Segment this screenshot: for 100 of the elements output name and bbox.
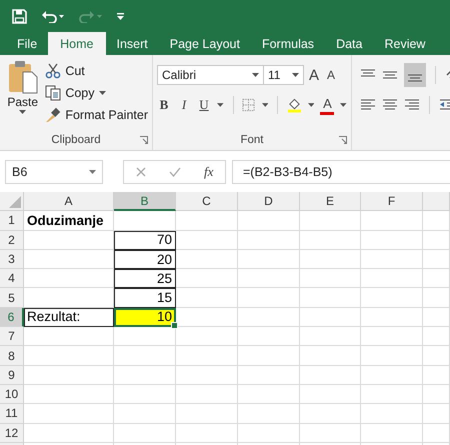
column-header[interactable]: C <box>176 192 238 212</box>
table-cell[interactable] <box>176 269 238 288</box>
table-cell[interactable] <box>238 327 300 346</box>
row-header[interactable]: 8 <box>0 346 24 366</box>
bottom-align-icon[interactable] <box>404 63 426 87</box>
column-header[interactable]: F <box>361 192 423 212</box>
column-header[interactable]: D <box>238 192 300 212</box>
table-cell[interactable]: 25 <box>114 269 176 288</box>
row-header[interactable]: 9 <box>0 366 24 385</box>
table-cell[interactable] <box>24 424 114 443</box>
table-cell[interactable] <box>361 211 423 231</box>
ribbon-tab[interactable]: Data <box>325 32 374 55</box>
borders-icon[interactable] <box>242 98 256 112</box>
font-color-button[interactable]: A <box>320 96 334 114</box>
table-cell[interactable] <box>24 404 114 424</box>
dialog-launcher-icon[interactable] <box>140 136 148 144</box>
table-cell[interactable] <box>361 308 423 328</box>
table-cell[interactable] <box>361 327 423 346</box>
table-cell[interactable] <box>238 308 300 328</box>
table-cell[interactable] <box>176 424 238 443</box>
table-cell[interactable] <box>238 250 300 270</box>
paste-button[interactable]: Paste <box>4 60 42 130</box>
table-cell[interactable] <box>361 346 423 366</box>
table-cell[interactable] <box>176 366 238 385</box>
ribbon-tab[interactable]: File <box>6 32 48 55</box>
table-cell[interactable] <box>238 366 300 385</box>
table-cell[interactable] <box>176 230 238 250</box>
align-center-icon[interactable] <box>382 98 398 112</box>
table-cell[interactable]: 70 <box>114 230 176 250</box>
table-cell[interactable] <box>176 384 238 404</box>
row-header[interactable]: 10 <box>0 384 24 404</box>
table-cell[interactable] <box>423 230 450 250</box>
table-cell[interactable] <box>423 384 450 404</box>
table-cell[interactable] <box>176 308 238 328</box>
ribbon-tab[interactable]: Formulas <box>250 32 326 55</box>
table-cell[interactable] <box>423 211 450 231</box>
table-cell[interactable] <box>423 404 450 424</box>
table-cell[interactable] <box>300 288 361 308</box>
table-cell[interactable] <box>361 366 423 385</box>
table-cell[interactable] <box>300 250 361 270</box>
table-cell[interactable] <box>238 211 300 231</box>
column-header[interactable]: E <box>300 192 361 212</box>
format-painter-button[interactable]: Format Painter <box>45 104 148 126</box>
row-header[interactable]: 2 <box>0 230 24 250</box>
dialog-launcher-icon[interactable] <box>339 136 347 144</box>
table-cell[interactable] <box>361 288 423 308</box>
table-cell[interactable] <box>176 327 238 346</box>
font-size-field[interactable]: 11 <box>263 65 304 85</box>
table-cell[interactable] <box>361 404 423 424</box>
copy-button[interactable]: Copy <box>45 82 148 104</box>
insert-function-button[interactable]: fx <box>204 164 214 180</box>
table-cell[interactable] <box>423 366 450 385</box>
table-cell[interactable] <box>423 288 450 308</box>
select-all-button[interactable] <box>0 192 24 212</box>
table-cell[interactable] <box>300 366 361 385</box>
table-cell[interactable] <box>300 308 361 328</box>
table-cell[interactable]: 20 <box>114 250 176 270</box>
table-cell[interactable] <box>300 211 361 231</box>
table-cell[interactable] <box>114 404 176 424</box>
align-right-icon[interactable] <box>404 98 420 112</box>
table-cell[interactable] <box>24 346 114 366</box>
row-header[interactable]: 3 <box>0 250 24 270</box>
formula-field[interactable]: =(B2-B3-B4-B5) <box>232 160 450 184</box>
table-cell[interactable] <box>300 404 361 424</box>
table-cell[interactable] <box>176 404 238 424</box>
table-cell[interactable] <box>238 288 300 308</box>
table-cell[interactable] <box>176 288 238 308</box>
table-cell[interactable] <box>114 211 176 231</box>
italic-button[interactable]: I <box>177 95 191 115</box>
table-cell[interactable] <box>24 384 114 404</box>
fill-color-icon[interactable] <box>287 97 302 113</box>
table-cell[interactable] <box>423 327 450 346</box>
table-cell[interactable]: 15 <box>114 288 176 308</box>
table-cell[interactable] <box>238 346 300 366</box>
table-cell[interactable] <box>361 384 423 404</box>
row-header[interactable]: 12 <box>0 424 24 443</box>
table-cell[interactable] <box>114 384 176 404</box>
font-name-field[interactable]: Calibri <box>157 65 264 85</box>
row-header[interactable]: 11 <box>0 404 24 424</box>
enter-icon[interactable] <box>168 166 181 176</box>
increase-font-size-button[interactable]: A <box>307 65 321 85</box>
customize-icon[interactable] <box>117 12 124 20</box>
save-icon[interactable] <box>12 8 27 24</box>
column-header[interactable]: B <box>114 192 176 212</box>
table-cell[interactable] <box>300 424 361 443</box>
table-cell[interactable] <box>300 384 361 404</box>
table-cell[interactable] <box>423 308 450 328</box>
row-header[interactable]: 4 <box>0 269 24 288</box>
bold-button[interactable]: B <box>157 95 171 115</box>
table-cell[interactable]: Rezultat: <box>24 308 114 328</box>
table-cell[interactable] <box>238 230 300 250</box>
table-cell[interactable] <box>300 346 361 366</box>
table-cell[interactable]: 10 <box>114 308 176 328</box>
ribbon-tab[interactable]: Review <box>373 32 436 55</box>
table-cell[interactable] <box>176 346 238 366</box>
table-cell[interactable] <box>24 269 114 288</box>
table-cell[interactable] <box>361 269 423 288</box>
table-cell[interactable] <box>361 230 423 250</box>
table-cell[interactable] <box>176 250 238 270</box>
table-cell[interactable] <box>238 404 300 424</box>
